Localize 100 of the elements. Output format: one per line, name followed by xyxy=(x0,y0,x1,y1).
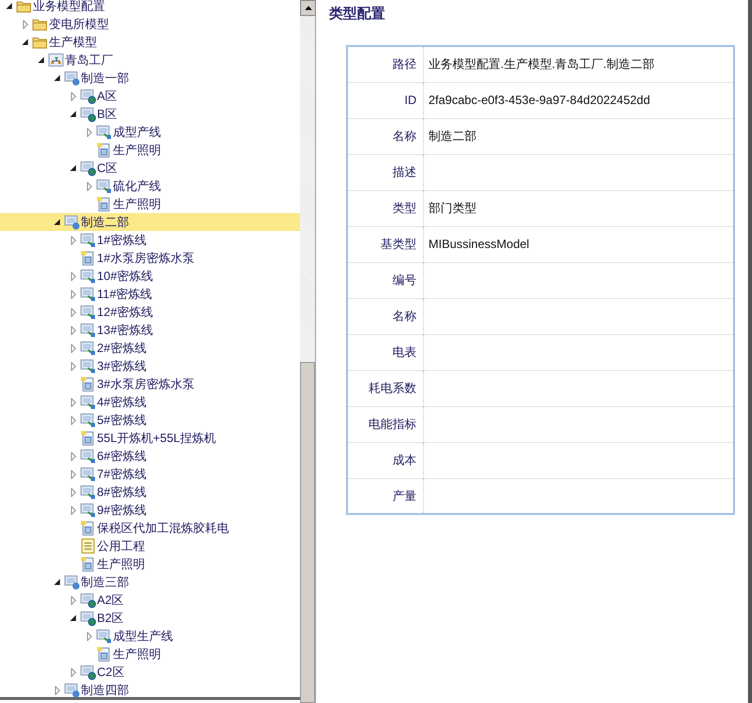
tree-node[interactable]: 12#密炼线 xyxy=(0,303,300,321)
expand-toggle[interactable] xyxy=(54,686,60,694)
field-label: 电表 xyxy=(392,345,416,359)
expand-toggle[interactable] xyxy=(70,416,76,424)
tree-node-label: 1#密炼线 xyxy=(97,232,146,248)
tree-node-label: C区 xyxy=(97,160,118,176)
expand-toggle[interactable] xyxy=(70,596,76,604)
tree-node[interactable]: 变电所模型 xyxy=(0,15,300,33)
tree-node[interactable]: 成型生产线 xyxy=(0,627,300,645)
expand-toggle[interactable] xyxy=(70,92,76,100)
monitor-arrow-icon xyxy=(80,394,96,410)
expand-toggle[interactable] xyxy=(70,488,76,496)
expand-toggle[interactable] xyxy=(54,219,60,225)
tree-node[interactable]: 1#密炼线 xyxy=(0,231,300,249)
expand-toggle[interactable] xyxy=(70,668,76,676)
tree-node[interactable]: 业务模型配置 xyxy=(0,0,300,15)
document-icon xyxy=(80,250,96,266)
tree-node-label: 保税区代加工混炼胶耗电 xyxy=(97,520,229,536)
document-icon xyxy=(80,430,96,446)
scrollbar[interactable] xyxy=(300,0,316,703)
tree-node[interactable]: 5#密炼线 xyxy=(0,411,300,429)
expand-toggle[interactable] xyxy=(70,326,76,334)
tree-node-label: 5#密炼线 xyxy=(97,412,146,428)
scroll-up-button[interactable] xyxy=(300,0,316,16)
tree-node[interactable]: 11#密炼线 xyxy=(0,285,300,303)
tree-node[interactable]: 生产照明 xyxy=(0,555,300,573)
tree-node[interactable]: B2区 xyxy=(0,609,300,627)
monitor-globe-icon xyxy=(80,610,96,626)
tree-node-label: 青岛工厂 xyxy=(65,52,113,68)
tree-node[interactable]: 成型产线 xyxy=(0,123,300,141)
tree-node[interactable]: 8#密炼线 xyxy=(0,483,300,501)
expand-toggle[interactable] xyxy=(86,182,92,190)
tree-node-label: 12#密炼线 xyxy=(97,304,154,320)
tree-node[interactable]: 青岛工厂 xyxy=(0,51,300,69)
monitor-arrow-icon xyxy=(80,322,96,338)
expand-toggle[interactable] xyxy=(6,3,12,9)
tree-node[interactable]: 9#密炼线 xyxy=(0,501,300,519)
expand-toggle[interactable] xyxy=(70,615,76,621)
tree-node[interactable]: 4#密炼线 xyxy=(0,393,300,411)
tree-node-label: 生产模型 xyxy=(49,34,97,50)
tree-node-label: 制造二部 xyxy=(81,214,129,230)
tree-node[interactable]: 13#密炼线 xyxy=(0,321,300,339)
tree-node-label: 成型产线 xyxy=(113,124,161,140)
tree-node[interactable]: C2区 xyxy=(0,663,300,681)
tree-node[interactable]: 6#密炼线 xyxy=(0,447,300,465)
tree-node[interactable]: 公用工程 xyxy=(0,537,300,555)
tree-node[interactable]: 7#密炼线 xyxy=(0,465,300,483)
tree-node[interactable]: 制造二部 xyxy=(0,213,300,231)
tree-node-label: 制造四部 xyxy=(81,682,129,697)
tree-node[interactable]: 生产照明 xyxy=(0,645,300,663)
expand-toggle[interactable] xyxy=(70,111,76,117)
expand-toggle[interactable] xyxy=(54,75,60,81)
tree-node[interactable]: 2#密炼线 xyxy=(0,339,300,357)
tree-node[interactable]: 硫化产线 xyxy=(0,177,300,195)
document-icon xyxy=(80,376,96,392)
expand-toggle[interactable] xyxy=(54,579,60,585)
tree-node-label: 1#水泵房密炼水泵 xyxy=(97,250,194,266)
expand-toggle[interactable] xyxy=(86,632,92,640)
expand-toggle[interactable] xyxy=(70,344,76,352)
expand-toggle[interactable] xyxy=(22,20,28,28)
tree-node[interactable]: 10#密炼线 xyxy=(0,267,300,285)
expand-toggle[interactable] xyxy=(86,128,92,136)
expand-toggle[interactable] xyxy=(70,290,76,298)
tree-node[interactable]: 1#水泵房密炼水泵 xyxy=(0,249,300,267)
tree-node[interactable]: A2区 xyxy=(0,591,300,609)
tree-node[interactable]: 55L开炼机+55L捏炼机 xyxy=(0,429,300,447)
tree-node[interactable]: 生产模型 xyxy=(0,33,300,51)
expand-toggle[interactable] xyxy=(70,165,76,171)
expand-toggle[interactable] xyxy=(22,39,28,45)
tree-node[interactable]: 生产照明 xyxy=(0,195,300,213)
scroll-thumb[interactable] xyxy=(300,362,315,703)
tree-node[interactable]: 生产照明 xyxy=(0,141,300,159)
folder-icon xyxy=(16,0,32,14)
monitor-arrow-icon xyxy=(80,340,96,356)
field-label: 基类型 xyxy=(380,237,416,251)
expand-toggle[interactable] xyxy=(70,362,76,370)
expand-toggle[interactable] xyxy=(70,398,76,406)
tree-node[interactable]: A区 xyxy=(0,87,300,105)
document-icon xyxy=(96,142,112,158)
tree-node-label: 生产照明 xyxy=(113,142,161,158)
tree-node-label: 生产照明 xyxy=(113,196,161,212)
expand-toggle[interactable] xyxy=(70,272,76,280)
monitor-globe-icon xyxy=(80,160,96,176)
expand-toggle[interactable] xyxy=(38,57,44,63)
tree-node[interactable]: 3#密炼线 xyxy=(0,357,300,375)
tree-node[interactable]: 制造一部 xyxy=(0,69,300,87)
expand-toggle[interactable] xyxy=(70,308,76,316)
tree-node[interactable]: 制造四部 xyxy=(0,681,300,697)
tree-node[interactable]: 制造三部 xyxy=(0,573,300,591)
expand-toggle[interactable] xyxy=(70,452,76,460)
expand-toggle[interactable] xyxy=(70,470,76,478)
tree-node[interactable]: B区 xyxy=(0,105,300,123)
tree-node[interactable]: C区 xyxy=(0,159,300,177)
expand-toggle[interactable] xyxy=(70,236,76,244)
tree-node[interactable]: 保税区代加工混炼胶耗电 xyxy=(0,519,300,537)
expand-toggle[interactable] xyxy=(70,506,76,514)
tree-node[interactable]: 3#水泵房密炼水泵 xyxy=(0,375,300,393)
network-icon xyxy=(48,52,64,68)
monitor-arrow-icon xyxy=(96,178,112,194)
monitor-arrow-icon xyxy=(96,124,112,140)
